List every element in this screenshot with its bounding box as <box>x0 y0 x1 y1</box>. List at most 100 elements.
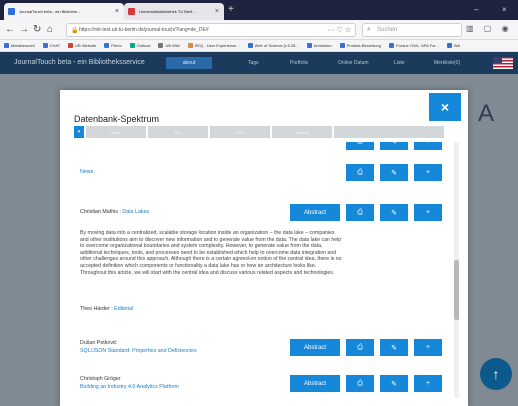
about-button[interactable]: about <box>166 57 212 69</box>
modal-title: Datenbank-Spektrum <box>74 114 160 124</box>
bookmark-item[interactable]: Anmelden <box>306 43 332 48</box>
url-text: https://mit-test.ub.tu-berlin.de/journal… <box>79 27 209 33</box>
bookmark-item[interactable]: SEQ - User Experience... <box>187 43 240 48</box>
article-title-link[interactable]: Data Lakes <box>122 209 149 215</box>
bookmark-item[interactable]: CHAT <box>42 43 60 48</box>
article-author: Christoph Gröger <box>80 376 121 382</box>
nav-portfolio[interactable]: Portfolio <box>290 60 308 66</box>
bookmark-item[interactable]: Purdue OWL: APA For... <box>388 43 439 48</box>
bookmark-item[interactable]: Outlook <box>129 43 150 48</box>
pin-button[interactable]: ✎ <box>380 375 408 392</box>
reload-icon[interactable]: ↻ <box>33 24 41 35</box>
pdf-button[interactable]: ⎙ <box>346 339 374 356</box>
article-entry: Theo Härder : Editorial <box>80 306 134 312</box>
favicon-icon <box>128 8 135 15</box>
home-icon[interactable]: ⌂ <box>47 24 53 35</box>
browser-tab-journaltouch[interactable]: JournalTouch beta - ein Bibliothe... × <box>4 3 124 20</box>
article-list[interactable]: ⎙ ✎ + News ⎙ ✎ + Christian Mathis : Data… <box>74 142 454 398</box>
article-author: Theo Härder <box>80 306 110 312</box>
bookmark-item[interactable]: UB Wiki <box>158 43 180 48</box>
filter-toggle-button[interactable]: ▾ <box>74 126 84 138</box>
bookmark-item[interactable]: Primo <box>104 43 122 48</box>
article-title-link[interactable]: Editorial <box>114 306 133 312</box>
filter-rss[interactable]: RSS <box>210 126 270 138</box>
browser-search-field[interactable]: ⌕ Suchen <box>362 23 462 37</box>
abstract-text: By moving data into a centralized, scala… <box>80 230 342 276</box>
nav-merkliste[interactable]: Merkliste(0) <box>434 60 460 66</box>
bookmark-icon <box>247 43 253 48</box>
background-letter: A <box>478 100 495 127</box>
add-button[interactable]: + <box>414 204 442 221</box>
bookmark-icon <box>339 43 345 48</box>
search-placeholder: Suchen <box>377 27 398 33</box>
page-actions-icons[interactable]: ··· ♡ ☆ <box>328 26 351 34</box>
pin-button[interactable]: ✎ <box>380 339 408 356</box>
close-tab-icon[interactable]: × <box>115 8 119 15</box>
article-author: Dušan Petković <box>80 340 117 346</box>
article-title-link[interactable]: News <box>80 169 93 175</box>
list-item: Christian Mathis : Data Lakes Abstract ⎙… <box>74 196 454 296</box>
article-title-link[interactable]: SQL/JSON Standard: Properties and Defici… <box>80 348 197 354</box>
list-item: Dušan Petković SQL/JSON Standard: Proper… <box>74 332 454 364</box>
filter-journal[interactable]: Journal <box>272 126 332 138</box>
filter-bar: ▾ Home TOC RSS Journal <box>74 126 444 138</box>
list-item: ⎙ ✎ + <box>74 142 454 150</box>
bookmark-icon <box>446 43 452 48</box>
bookmarks-bar: Meistbesucht CHAT UB Website Primo Outlo… <box>0 40 518 52</box>
close-modal-button[interactable]: × <box>429 93 461 121</box>
abstract-button[interactable]: Abstract <box>290 204 340 221</box>
minimize-window-button[interactable]: – <box>474 5 478 14</box>
browser-tab-strip: JournalTouch beta - ein Bibliothe... × U… <box>0 0 518 20</box>
close-tab-icon[interactable]: × <box>215 8 219 15</box>
back-arrow-icon[interactable]: ← <box>5 24 15 35</box>
article-title-link[interactable]: Building an Industry 4.0 Analytics Platf… <box>80 384 179 390</box>
pin-button[interactable]: ✎ <box>380 204 408 221</box>
language-flag-icon[interactable] <box>493 57 513 69</box>
pdf-button[interactable]: ⎙ <box>346 375 374 392</box>
new-tab-button[interactable]: + <box>228 4 234 15</box>
add-button[interactable]: + <box>414 142 442 150</box>
lock-icon: 🔒 <box>71 28 79 34</box>
article-author: Christian Mathis <box>80 209 118 215</box>
bookmark-item[interactable]: WA <box>446 43 460 48</box>
forward-arrow-icon[interactable]: → <box>19 24 29 35</box>
bookmark-icon <box>68 43 74 48</box>
bookmark-item[interactable]: Produkt-Bewertung <box>339 43 381 48</box>
list-item: News ⎙ ✎ + <box>74 156 454 190</box>
nav-tags[interactable]: Tags <box>248 60 259 66</box>
close-window-button[interactable]: × <box>502 5 507 14</box>
journal-modal: × Datenbank-Spektrum ▾ Home TOC RSS Jour… <box>60 90 468 406</box>
address-bar[interactable]: 🔒 https://mit-test.ub.tu-berlin.de/journ… <box>66 23 356 37</box>
toolbar-icons[interactable]: ▥ ▢ ◉ <box>466 24 513 33</box>
bookmark-item[interactable]: Web of Science [v.5.28... <box>247 43 299 48</box>
pdf-button[interactable]: ⎙ <box>346 204 374 221</box>
pdf-button[interactable]: ⎙ <box>346 164 374 181</box>
app-brand[interactable]: JournalTouch beta - ein Bibliotheksservi… <box>14 59 145 66</box>
pdf-button[interactable]: ⎙ <box>346 142 374 150</box>
pin-button[interactable]: ✎ <box>380 164 408 181</box>
add-button[interactable]: + <box>414 339 442 356</box>
bookmark-item[interactable]: UB Website <box>68 43 96 48</box>
tab-label: JournalTouch beta - ein Bibliothe... <box>19 9 81 14</box>
add-button[interactable]: + <box>414 164 442 181</box>
list-item: Christoph Gröger Building an Industry 4.… <box>74 368 454 398</box>
bookmark-icon <box>129 43 135 48</box>
add-button[interactable]: + <box>414 375 442 392</box>
nav-online-datum[interactable]: Online Datum <box>338 60 369 66</box>
filter-toc[interactable]: TOC <box>148 126 208 138</box>
filter-home[interactable]: Home <box>86 126 146 138</box>
bookmark-icon <box>4 43 9 48</box>
scrollbar-thumb[interactable] <box>454 260 459 320</box>
browser-tab-library[interactable]: Universitätsbibliothek TU Berli... × <box>124 3 224 20</box>
bookmark-icon <box>187 43 193 48</box>
abstract-button[interactable]: Abstract <box>290 375 340 392</box>
nav-liste[interactable]: Liste <box>394 60 405 66</box>
search-icon: ⌕ <box>367 26 371 33</box>
bookmark-icon <box>388 43 394 48</box>
abstract-button[interactable]: Abstract <box>290 339 340 356</box>
bookmark-icon <box>104 43 110 48</box>
favicon-icon <box>8 8 15 15</box>
bookmark-item[interactable]: Meistbesucht <box>4 43 35 48</box>
pin-button[interactable]: ✎ <box>380 142 408 150</box>
scroll-to-top-button[interactable]: ↑ <box>480 358 512 390</box>
